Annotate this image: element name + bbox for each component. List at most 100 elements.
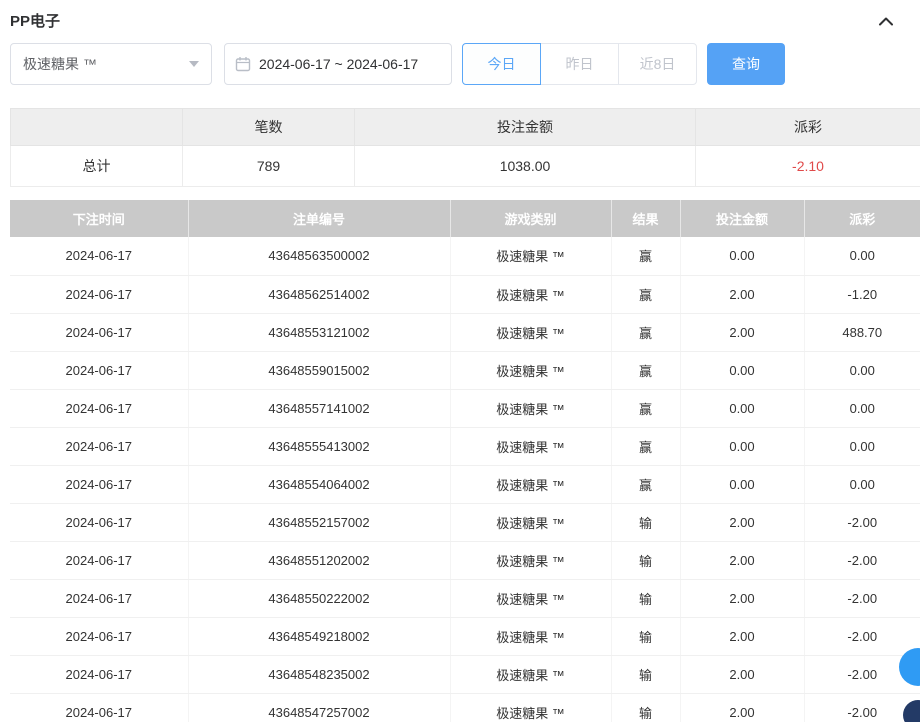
cell-time: 2024-06-17 [10, 237, 188, 275]
header-game-type: 游戏类别 [450, 200, 611, 237]
quick-filter-button-1[interactable]: 昨日 [540, 43, 619, 85]
cell-order_no: 43648547257002 [188, 693, 450, 722]
cell-order_no: 43648557141002 [188, 389, 450, 427]
chevron-down-icon [189, 61, 199, 67]
header-bet-time: 下注时间 [10, 200, 188, 237]
summary-bet-amount-value: 1038.00 [355, 146, 696, 187]
cell-time: 2024-06-17 [10, 655, 188, 693]
cell-game: 极速糖果 ™ [450, 617, 611, 655]
cell-bet: 2.00 [680, 655, 804, 693]
cell-time: 2024-06-17 [10, 465, 188, 503]
cell-time: 2024-06-17 [10, 427, 188, 465]
cell-payout: 0.00 [804, 237, 920, 275]
summary-table: 笔数 投注金额 派彩 总计 789 1038.00 -2.10 [10, 108, 920, 187]
report-page: PP电子 极速糖果 ™ 2024-06-17 ~ 2024-06-17 今日昨日… [0, 0, 920, 722]
table-row: 2024-06-1743648555413002极速糖果 ™赢0.000.00 [10, 427, 920, 465]
cell-result: 输 [611, 655, 680, 693]
cell-time: 2024-06-17 [10, 389, 188, 427]
quick-filter-group: 今日昨日近8日 [462, 43, 697, 85]
cell-payout: 0.00 [804, 465, 920, 503]
summary-total-row: 总计 789 1038.00 -2.10 [11, 146, 920, 187]
cell-order_no: 43648563500002 [188, 237, 450, 275]
chevron-up-icon [878, 15, 894, 27]
table-row: 2024-06-1743648550222002极速糖果 ™输2.00-2.00 [10, 579, 920, 617]
table-row: 2024-06-1743648551202002极速糖果 ™输2.00-2.00 [10, 541, 920, 579]
cell-order_no: 43648549218002 [188, 617, 450, 655]
filter-bar: 极速糖果 ™ 2024-06-17 ~ 2024-06-17 今日昨日近8日 查… [10, 43, 920, 85]
cell-time: 2024-06-17 [10, 275, 188, 313]
table-row: 2024-06-1743648563500002极速糖果 ™赢0.000.00 [10, 237, 920, 275]
search-button[interactable]: 查询 [707, 43, 785, 85]
panel-header: PP电子 [0, 0, 920, 31]
cell-result: 输 [611, 541, 680, 579]
summary-header-count: 笔数 [183, 109, 355, 146]
table-row: 2024-06-1743648559015002极速糖果 ™赢0.000.00 [10, 351, 920, 389]
cell-game: 极速糖果 ™ [450, 275, 611, 313]
cell-result: 赢 [611, 313, 680, 351]
cell-game: 极速糖果 ™ [450, 465, 611, 503]
cell-bet: 2.00 [680, 693, 804, 722]
cell-bet: 0.00 [680, 237, 804, 275]
cell-game: 极速糖果 ™ [450, 579, 611, 617]
table-row: 2024-06-1743648548235002极速糖果 ™输2.00-2.00 [10, 655, 920, 693]
header-order-number: 注单编号 [188, 200, 450, 237]
cell-game: 极速糖果 ™ [450, 693, 611, 722]
cell-order_no: 43648554064002 [188, 465, 450, 503]
cell-bet: 2.00 [680, 275, 804, 313]
summary-total-label: 总计 [11, 146, 183, 187]
quick-filter-button-2[interactable]: 近8日 [618, 43, 697, 85]
calendar-icon [235, 56, 251, 72]
cell-order_no: 43648555413002 [188, 427, 450, 465]
table-row: 2024-06-1743648562514002极速糖果 ™赢2.00-1.20 [10, 275, 920, 313]
header-result: 结果 [611, 200, 680, 237]
date-range-value: 2024-06-17 ~ 2024-06-17 [259, 56, 418, 72]
cell-payout: -2.00 [804, 503, 920, 541]
table-row: 2024-06-1743648547257002极速糖果 ™输2.00-2.00 [10, 693, 920, 722]
cell-bet: 2.00 [680, 579, 804, 617]
bet-table-body: 2024-06-1743648563500002极速糖果 ™赢0.000.002… [10, 237, 920, 722]
cell-order_no: 43648562514002 [188, 275, 450, 313]
cell-payout: 0.00 [804, 389, 920, 427]
cell-time: 2024-06-17 [10, 579, 188, 617]
cell-order_no: 43648553121002 [188, 313, 450, 351]
cell-order_no: 43648550222002 [188, 579, 450, 617]
cell-game: 极速糖果 ™ [450, 351, 611, 389]
cell-result: 赢 [611, 351, 680, 389]
table-row: 2024-06-1743648553121002极速糖果 ™赢2.00488.7… [10, 313, 920, 351]
cell-payout: -2.00 [804, 541, 920, 579]
quick-filter-button-0[interactable]: 今日 [462, 43, 541, 85]
cell-result: 赢 [611, 427, 680, 465]
cell-order_no: 43648551202002 [188, 541, 450, 579]
cell-result: 输 [611, 617, 680, 655]
cell-bet: 2.00 [680, 617, 804, 655]
cell-payout: 488.70 [804, 313, 920, 351]
cell-time: 2024-06-17 [10, 351, 188, 389]
cell-bet: 0.00 [680, 351, 804, 389]
summary-header-payout: 派彩 [696, 109, 920, 146]
date-range-input[interactable]: 2024-06-17 ~ 2024-06-17 [224, 43, 452, 85]
bet-table-header-row: 下注时间 注单编号 游戏类别 结果 投注金额 派彩 [10, 200, 920, 237]
collapse-panel-button[interactable] [878, 15, 894, 27]
game-select-value: 极速糖果 ™ [23, 54, 97, 74]
cell-game: 极速糖果 ™ [450, 427, 611, 465]
page-title: PP电子 [10, 10, 60, 31]
header-bet-amount: 投注金额 [680, 200, 804, 237]
cell-payout: -1.20 [804, 275, 920, 313]
cell-payout: -2.00 [804, 617, 920, 655]
game-select[interactable]: 极速糖果 ™ [10, 43, 212, 85]
cell-payout: 0.00 [804, 427, 920, 465]
cell-bet: 2.00 [680, 503, 804, 541]
cell-result: 输 [611, 503, 680, 541]
bet-table: 下注时间 注单编号 游戏类别 结果 投注金额 派彩 2024-06-174364… [10, 200, 920, 722]
cell-result: 赢 [611, 389, 680, 427]
cell-game: 极速糖果 ™ [450, 655, 611, 693]
cell-game: 极速糖果 ™ [450, 541, 611, 579]
cell-result: 输 [611, 693, 680, 722]
cell-time: 2024-06-17 [10, 541, 188, 579]
cell-payout: 0.00 [804, 351, 920, 389]
cell-game: 极速糖果 ™ [450, 503, 611, 541]
cell-bet: 0.00 [680, 427, 804, 465]
table-row: 2024-06-1743648557141002极速糖果 ™赢0.000.00 [10, 389, 920, 427]
summary-header-empty [11, 109, 183, 146]
cell-bet: 0.00 [680, 465, 804, 503]
